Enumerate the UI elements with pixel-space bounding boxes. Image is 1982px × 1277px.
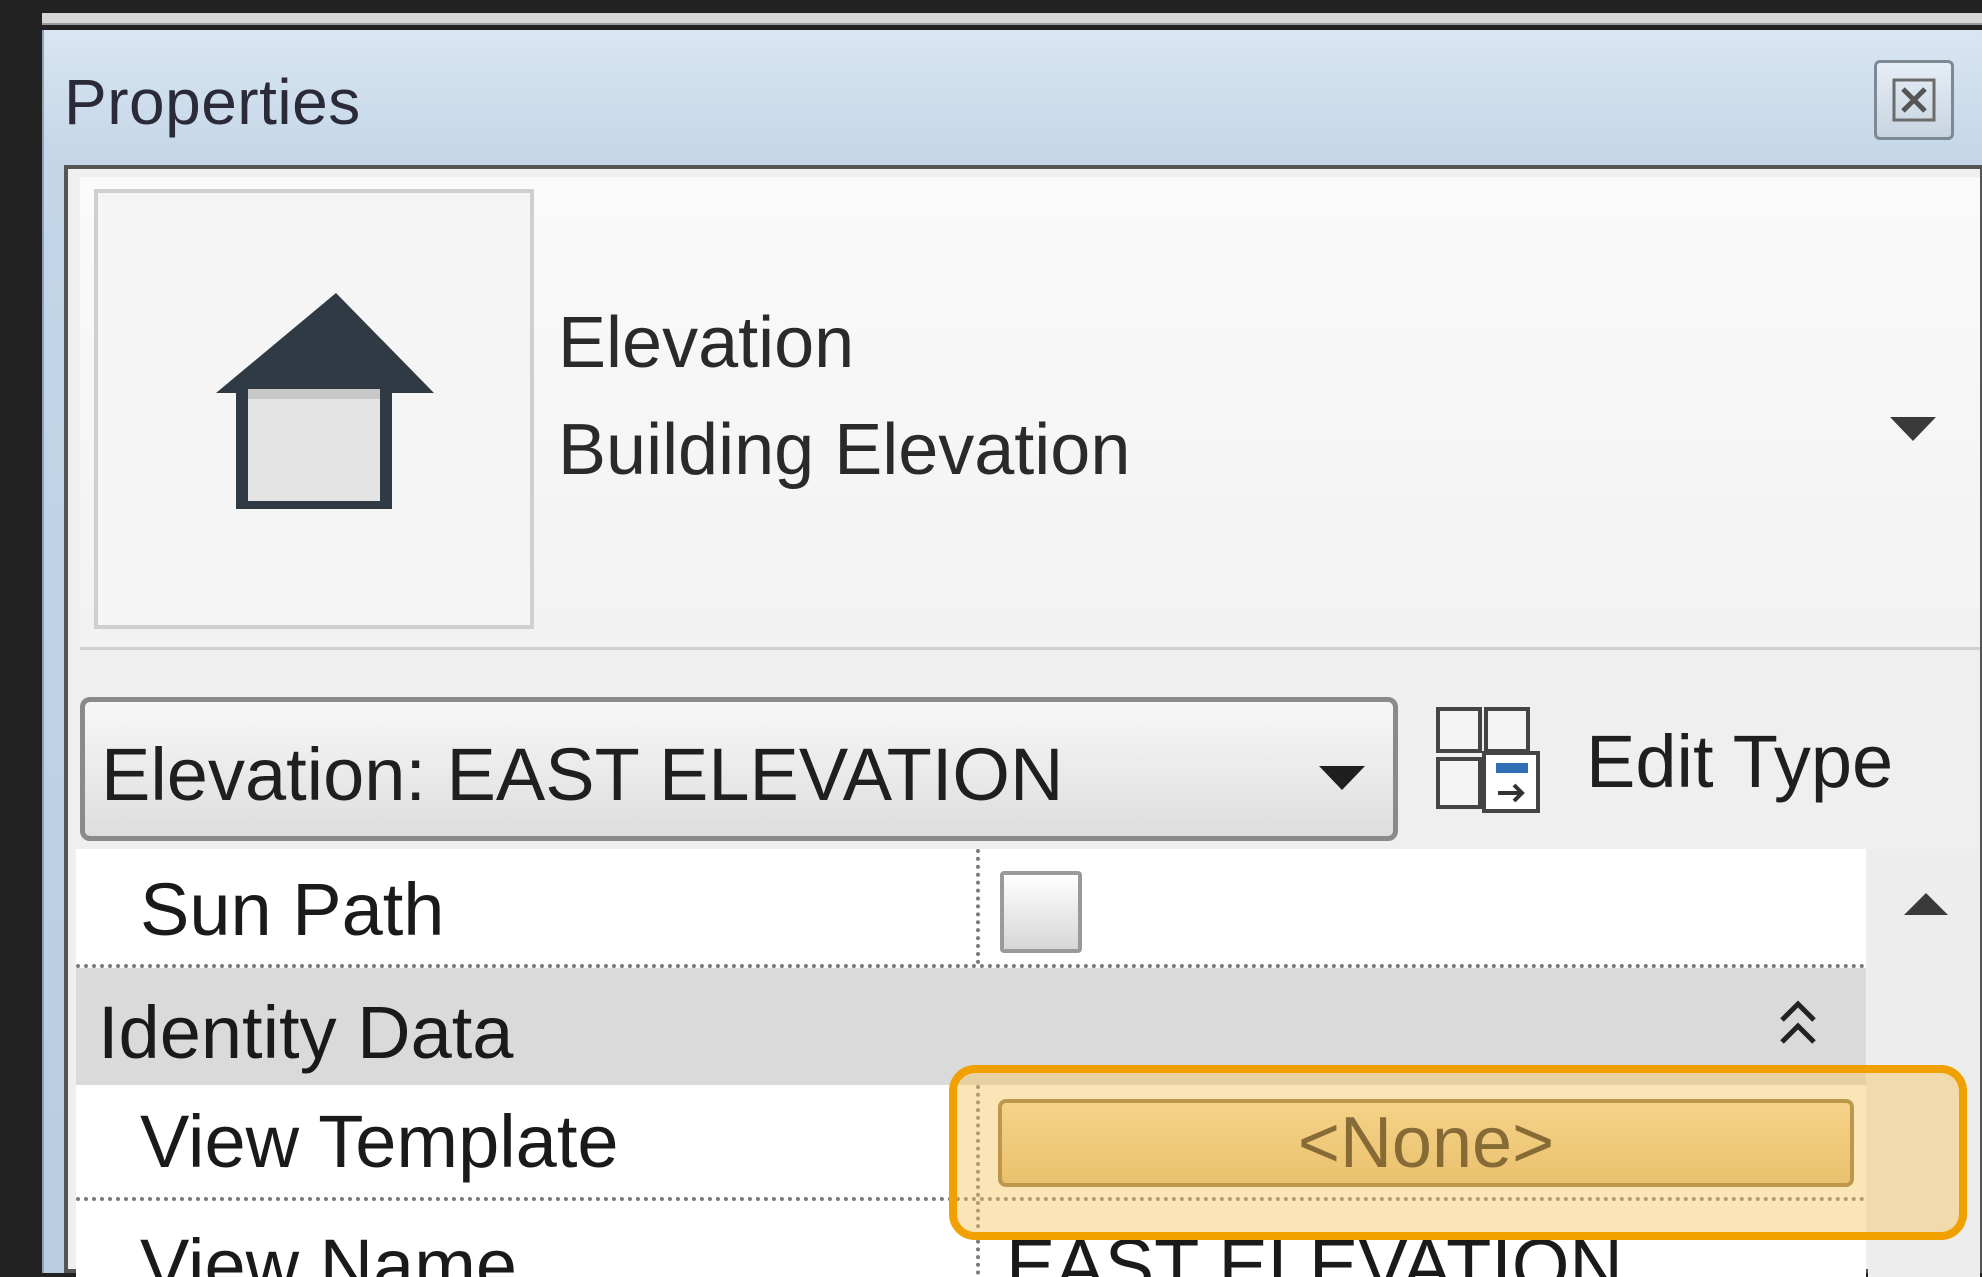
close-icon <box>1892 78 1936 122</box>
top-frame-edge <box>42 13 1982 25</box>
edit-type-button[interactable]: Edit Type <box>1586 719 1893 804</box>
type-name-label: Building Elevation <box>558 410 1131 490</box>
property-label: Sun Path <box>140 868 445 951</box>
edit-type-icon[interactable] <box>1434 705 1544 815</box>
instance-filter-dropdown[interactable]: Elevation: EAST ELEVATION <box>80 697 1398 841</box>
chevron-down-icon <box>1319 766 1365 790</box>
instance-filter-label: Elevation: EAST ELEVATION <box>101 733 1064 816</box>
dropdown-caret-icon[interactable] <box>1888 409 1938 449</box>
property-label: View Name <box>140 1224 518 1277</box>
elevation-arrow-icon <box>216 293 434 509</box>
sun-path-checkbox[interactable] <box>1000 871 1082 953</box>
type-selector[interactable]: Elevation Building Elevation <box>80 177 1980 650</box>
close-button[interactable] <box>1874 60 1954 140</box>
column-divider <box>976 849 980 964</box>
highlight-callout <box>949 1065 1967 1240</box>
group-label: Identity Data <box>98 991 514 1074</box>
type-thumbnail <box>94 189 534 629</box>
property-label: View Template <box>140 1100 619 1183</box>
properties-palette: Properties Elevation Building Elevation <box>42 30 1982 1277</box>
panel-title: Properties <box>64 66 361 138</box>
property-row-sun-path: Sun Path <box>76 849 1866 968</box>
type-family-label: Elevation <box>558 303 855 383</box>
collapse-chevrons-icon[interactable] <box>1776 996 1820 1056</box>
scroll-up-icon[interactable] <box>1902 889 1950 919</box>
